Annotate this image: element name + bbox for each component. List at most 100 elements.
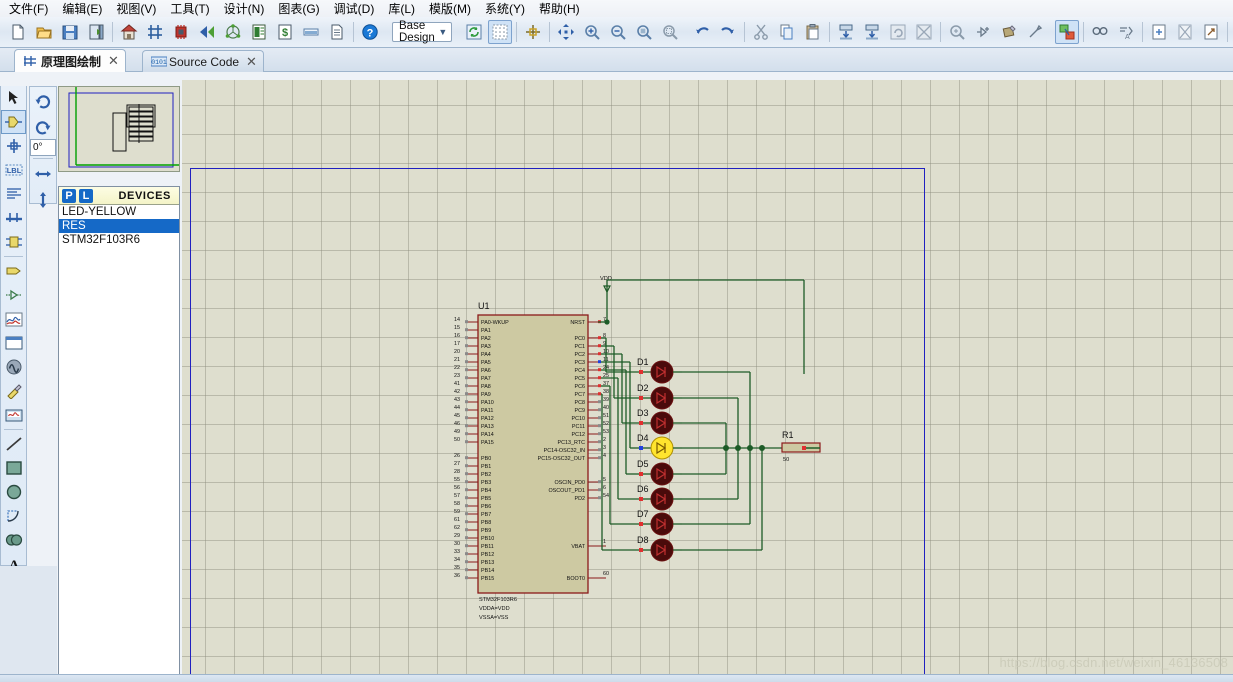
netlist-compile-icon[interactable] xyxy=(299,20,323,44)
netlist-icon[interactable] xyxy=(221,20,245,44)
list-item[interactable]: STM32F103R6 xyxy=(59,233,179,247)
zoom-area-icon[interactable] xyxy=(143,20,167,44)
library-manager-button[interactable]: L xyxy=(79,188,93,203)
redo-icon[interactable] xyxy=(716,20,740,44)
led-d2[interactable]: D2 xyxy=(637,383,682,410)
electrical-rules-icon[interactable]: $ xyxy=(273,20,297,44)
design-selector[interactable]: Base Design ▼ xyxy=(392,20,452,44)
zoom-to-area-icon[interactable] xyxy=(658,20,682,44)
list-item[interactable]: LED-YELLOW xyxy=(59,205,179,219)
remove-sheet-icon[interactable] xyxy=(1173,20,1197,44)
exit-sheet-icon[interactable] xyxy=(1199,20,1223,44)
paste-icon[interactable] xyxy=(801,20,825,44)
menu-file[interactable]: 文件(F) xyxy=(2,0,55,19)
save-file-icon[interactable] xyxy=(58,20,82,44)
component-icon[interactable] xyxy=(169,20,193,44)
mirror-vertical-icon[interactable] xyxy=(30,187,56,213)
toggle-grid-icon[interactable] xyxy=(487,20,512,44)
component-mode-icon[interactable] xyxy=(1,110,26,134)
led-d3[interactable]: D3 xyxy=(637,408,682,435)
copy-icon[interactable] xyxy=(775,20,799,44)
zoom-in-icon[interactable] xyxy=(580,20,604,44)
cut-icon[interactable] xyxy=(749,20,773,44)
menu-graph[interactable]: 图表(G) xyxy=(271,0,326,19)
export-icon[interactable] xyxy=(84,20,108,44)
block-move-icon[interactable] xyxy=(860,20,884,44)
close-icon[interactable]: ✕ xyxy=(108,53,119,69)
rotate-clockwise-icon[interactable] xyxy=(30,87,56,113)
circle-tool-icon[interactable] xyxy=(1,480,26,504)
block-copy-icon[interactable] xyxy=(834,20,858,44)
menu-library[interactable]: 库(L) xyxy=(381,0,422,19)
terminals-mode-icon[interactable] xyxy=(1,259,26,283)
block-delete-icon[interactable] xyxy=(912,20,936,44)
voltage-probe-mode-icon[interactable] xyxy=(1,379,26,403)
refresh-icon[interactable] xyxy=(462,20,486,44)
zoom-out-icon[interactable] xyxy=(606,20,630,44)
generator-mode-icon[interactable] xyxy=(1,355,26,379)
make-device-icon[interactable] xyxy=(971,20,995,44)
pick-device-icon[interactable] xyxy=(945,20,969,44)
menu-tools[interactable]: 工具(T) xyxy=(163,0,216,19)
tab-source-code[interactable]: 0101 Source Code ✕ xyxy=(142,50,264,72)
help-icon[interactable]: ? xyxy=(358,20,382,44)
mirror-horizontal-icon[interactable] xyxy=(30,161,56,187)
virtual-instrument-mode-icon[interactable] xyxy=(1,403,26,427)
text-script-mode-icon[interactable] xyxy=(1,182,26,206)
pan-icon[interactable] xyxy=(554,20,578,44)
rotate-counterclockwise-icon[interactable] xyxy=(30,113,56,139)
packaging-tool-icon[interactable] xyxy=(997,20,1021,44)
led-d7[interactable]: D7 xyxy=(637,509,682,536)
menu-edit[interactable]: 编辑(E) xyxy=(55,0,109,19)
back-annotate-icon[interactable] xyxy=(195,20,219,44)
wire-label-mode-icon[interactable]: LBL xyxy=(1,158,26,182)
property-assign-icon[interactable]: A xyxy=(1114,20,1138,44)
home-icon[interactable] xyxy=(117,20,141,44)
bus-mode-icon[interactable] xyxy=(1,206,26,230)
list-item[interactable]: RES xyxy=(59,219,179,233)
open-file-icon[interactable] xyxy=(32,20,56,44)
new-file-icon[interactable] xyxy=(6,20,30,44)
device-pin-mode-icon[interactable] xyxy=(1,283,26,307)
zoom-to-view-icon[interactable] xyxy=(632,20,656,44)
led-d8[interactable]: D8 xyxy=(637,535,682,562)
arc-tool-icon[interactable] xyxy=(1,504,26,528)
design-explorer-icon[interactable] xyxy=(325,20,349,44)
menu-view[interactable]: 视图(V) xyxy=(109,0,163,19)
selection-mode-icon[interactable] xyxy=(1,86,26,110)
menu-debug[interactable]: 调试(D) xyxy=(327,0,382,19)
toggle-3d-icon[interactable] xyxy=(1054,20,1079,44)
menu-template[interactable]: 模版(M) xyxy=(422,0,478,19)
menu-help[interactable]: 帮助(H) xyxy=(532,0,587,19)
block-rotate-icon[interactable] xyxy=(886,20,910,44)
subcircuit-mode-icon[interactable] xyxy=(1,230,26,254)
search-tag-icon[interactable] xyxy=(1088,20,1112,44)
path-tool-icon[interactable] xyxy=(1,528,26,552)
rotation-angle-input[interactable]: 0° xyxy=(30,139,56,156)
led-anode-pin xyxy=(639,446,643,450)
tape-recorder-mode-icon[interactable] xyxy=(1,331,26,355)
vdd-power-terminal[interactable]: VDD xyxy=(598,276,805,374)
led-d6[interactable]: D6 xyxy=(637,484,682,511)
overview-panel[interactable] xyxy=(58,86,180,172)
line-tool-icon[interactable] xyxy=(1,432,26,456)
led-d4[interactable]: D4 xyxy=(637,433,682,460)
tab-schematic[interactable]: 原理图绘制 ✕ xyxy=(14,49,126,72)
new-sheet-icon[interactable] xyxy=(1147,20,1171,44)
menu-system[interactable]: 系统(Y) xyxy=(478,0,532,19)
menu-design[interactable]: 设计(N) xyxy=(217,0,272,19)
origin-icon[interactable] xyxy=(521,20,545,44)
junction-dot-mode-icon[interactable] xyxy=(1,134,26,158)
decompose-icon[interactable] xyxy=(1023,20,1047,44)
pick-from-libraries-button[interactable]: P xyxy=(62,188,76,203)
schematic-canvas[interactable]: .wire { stroke:#1d5b27; stroke-width:1.3… xyxy=(182,80,1233,674)
resistor-r1[interactable]: R1 50 xyxy=(781,430,821,463)
undo-icon[interactable] xyxy=(690,20,714,44)
led-d1[interactable]: D1 xyxy=(637,357,682,384)
led-d5[interactable]: D5 xyxy=(637,459,682,486)
close-icon[interactable]: ✕ xyxy=(246,54,257,70)
box-tool-icon[interactable] xyxy=(1,456,26,480)
bom-report-icon[interactable] xyxy=(247,20,271,44)
graph-mode-icon[interactable] xyxy=(1,307,26,331)
svg-text:PB2: PB2 xyxy=(481,472,491,478)
